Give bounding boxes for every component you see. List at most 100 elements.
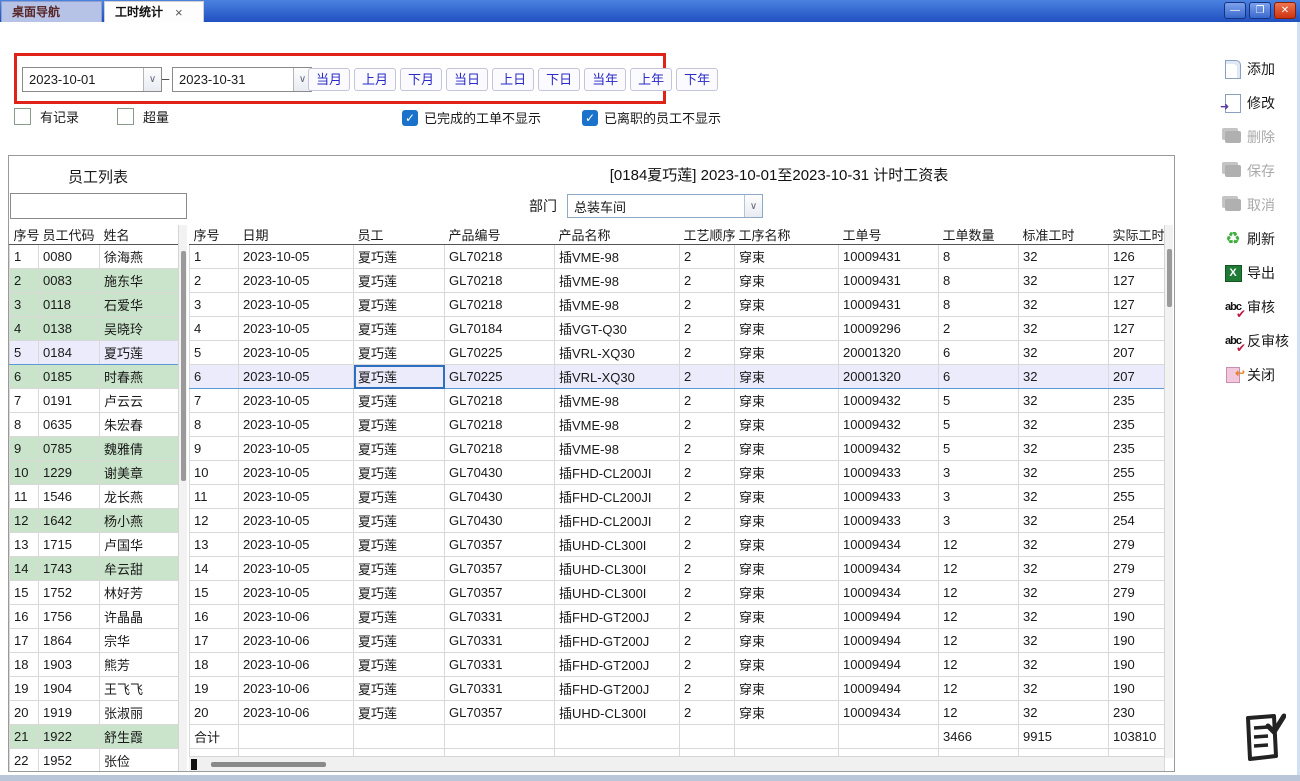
worksheet-cell[interactable]: 插VRL-XQ30 xyxy=(555,365,680,389)
worksheet-cell[interactable]: 32 xyxy=(1019,413,1109,437)
worksheet-row[interactable]: 112023-10-05夏巧莲GL70430插FHD-CL200JI2穿束100… xyxy=(190,485,1165,509)
worksheet-cell[interactable]: 穿束 xyxy=(735,557,839,581)
worksheet-cell[interactable]: 5 xyxy=(190,341,239,365)
worksheet-cell[interactable]: 32 xyxy=(1019,341,1109,365)
worksheet-cell[interactable]: 插VGT-Q30 xyxy=(555,317,680,341)
employee-row[interactable]: 121642杨小燕 xyxy=(10,509,180,533)
worksheet-cell[interactable]: GL70331 xyxy=(445,605,555,629)
worksheet-cell[interactable]: 夏巧莲 xyxy=(354,629,445,653)
worksheet-cell[interactable]: 穿束 xyxy=(735,437,839,461)
worksheet-cell[interactable]: 8 xyxy=(939,245,1019,269)
worksheet-row[interactable]: 192023-10-06夏巧莲GL70331插FHD-GT200J2穿束1000… xyxy=(190,677,1165,701)
worksheet-cell[interactable]: 190 xyxy=(1109,653,1165,677)
worksheet-cell[interactable]: 32 xyxy=(1019,437,1109,461)
worksheet-cell[interactable]: GL70218 xyxy=(445,389,555,413)
worksheet-cell[interactable]: 2 xyxy=(680,269,735,293)
worksheet-cell[interactable]: 穿束 xyxy=(735,581,839,605)
worksheet-column-header[interactable]: 工单号 xyxy=(839,225,939,245)
checkbox-checked-icon[interactable] xyxy=(582,110,598,126)
employee-cell[interactable]: 0118 xyxy=(39,293,100,317)
employee-cell[interactable]: 卢国华 xyxy=(100,533,180,557)
quick-date-button[interactable]: 当日 xyxy=(446,68,488,91)
worksheet-cell[interactable]: 插FHD-GT200J xyxy=(555,677,680,701)
employee-row[interactable]: 141743牟云甜 xyxy=(10,557,180,581)
worksheet-cell[interactable]: 235 xyxy=(1109,389,1165,413)
worksheet-cell[interactable]: 2 xyxy=(680,509,735,533)
worksheet-cell[interactable]: GL70331 xyxy=(445,653,555,677)
employee-cell[interactable]: 16 xyxy=(10,605,39,629)
checkbox-checked-icon[interactable] xyxy=(402,110,418,126)
employee-cell[interactable]: 8 xyxy=(10,413,39,437)
employee-cell[interactable]: 0184 xyxy=(39,341,100,365)
worksheet-cell[interactable]: 207 xyxy=(1109,365,1165,389)
worksheet-row[interactable]: 82023-10-05夏巧莲GL70218插VME-982穿束100094325… xyxy=(190,413,1165,437)
tab-desktop-nav[interactable]: 桌面导航 xyxy=(1,1,102,22)
employee-row[interactable]: 131715卢国华 xyxy=(10,533,180,557)
worksheet-cell[interactable]: 穿束 xyxy=(735,629,839,653)
worksheet-cell[interactable]: 夏巧莲 xyxy=(354,293,445,317)
worksheet-cell[interactable]: 6 xyxy=(939,365,1019,389)
worksheet-cell[interactable]: 夏巧莲 xyxy=(354,605,445,629)
worksheet-column-header[interactable]: 日期 xyxy=(239,225,354,245)
worksheet-cell[interactable]: 7 xyxy=(190,389,239,413)
worksheet-cell[interactable]: 14 xyxy=(190,557,239,581)
worksheet-cell[interactable]: 2 xyxy=(190,269,239,293)
worksheet-cell[interactable]: 190 xyxy=(1109,677,1165,701)
quick-date-button[interactable]: 上年 xyxy=(630,68,672,91)
worksheet-cell[interactable]: 夏巧莲 xyxy=(354,677,445,701)
worksheet-cell[interactable]: 15 xyxy=(190,581,239,605)
worksheet-cell[interactable]: 279 xyxy=(1109,581,1165,605)
worksheet-row[interactable]: 202023-10-06夏巧莲GL70357插UHD-CL300I2穿束1000… xyxy=(190,701,1165,725)
worksheet-cell[interactable]: 20001320 xyxy=(839,341,939,365)
employee-cell[interactable]: 1229 xyxy=(39,461,100,485)
employee-cell[interactable]: 1743 xyxy=(39,557,100,581)
worksheet-cell[interactable]: 32 xyxy=(1019,293,1109,317)
employee-cell[interactable]: 22 xyxy=(10,749,39,773)
worksheet-cell[interactable]: 12 xyxy=(939,605,1019,629)
worksheet-cell[interactable]: 17 xyxy=(190,629,239,653)
employee-cell[interactable]: 卢云云 xyxy=(100,389,180,413)
worksheet-cell[interactable]: 10009431 xyxy=(839,269,939,293)
toolbar-button-add[interactable]: 添加 xyxy=(1222,58,1298,80)
quick-date-button[interactable]: 当年 xyxy=(584,68,626,91)
worksheet-cell[interactable]: 8 xyxy=(939,293,1019,317)
worksheet-cell[interactable]: 2023-10-05 xyxy=(239,293,354,317)
toolbar-button-refresh[interactable]: 刷新 xyxy=(1222,228,1298,250)
employee-cell[interactable]: 0191 xyxy=(39,389,100,413)
employee-cell[interactable]: 0785 xyxy=(39,437,100,461)
worksheet-cell[interactable]: 10009433 xyxy=(839,485,939,509)
worksheet-cell[interactable]: 32 xyxy=(1019,461,1109,485)
worksheet-cell[interactable]: GL70331 xyxy=(445,629,555,653)
worksheet-row[interactable]: 42023-10-05夏巧莲GL70184插VGT-Q302穿束10009296… xyxy=(190,317,1165,341)
employee-list-scrollbar[interactable] xyxy=(178,225,187,772)
worksheet-cell[interactable]: 2023-10-05 xyxy=(239,269,354,293)
employee-cell[interactable]: 舒生霞 xyxy=(100,725,180,749)
worksheet-cell[interactable]: 穿束 xyxy=(735,269,839,293)
employee-cell[interactable]: 1904 xyxy=(39,677,100,701)
worksheet-cell[interactable]: GL70430 xyxy=(445,461,555,485)
worksheet-cell[interactable]: 10009494 xyxy=(839,629,939,653)
employee-cell[interactable]: 1546 xyxy=(39,485,100,509)
employee-cell[interactable]: 1903 xyxy=(39,653,100,677)
worksheet-cell[interactable]: 8 xyxy=(939,269,1019,293)
employee-row[interactable]: 40138吴晓玲 xyxy=(10,317,180,341)
worksheet-cell[interactable]: 32 xyxy=(1019,605,1109,629)
worksheet-cell[interactable]: 2023-10-05 xyxy=(239,533,354,557)
employee-cell[interactable]: 魏雅倩 xyxy=(100,437,180,461)
worksheet-cell[interactable]: 10009433 xyxy=(839,509,939,533)
worksheet-cell[interactable]: 2023-10-05 xyxy=(239,389,354,413)
worksheet-cell[interactable]: GL70357 xyxy=(445,701,555,725)
employee-cell[interactable]: 1752 xyxy=(39,581,100,605)
date-to-combo[interactable]: 2023-10-31 xyxy=(172,67,312,92)
worksheet-cell[interactable]: 10009494 xyxy=(839,677,939,701)
date-from-combo[interactable]: 2023-10-01 xyxy=(22,67,162,92)
worksheet-cell[interactable]: 12 xyxy=(939,653,1019,677)
employee-cell[interactable]: 徐海燕 xyxy=(100,245,180,269)
worksheet-cell[interactable]: GL70218 xyxy=(445,293,555,317)
worksheet-cell[interactable]: 2 xyxy=(680,245,735,269)
worksheet-cell[interactable]: 16 xyxy=(190,605,239,629)
employee-cell[interactable]: 1715 xyxy=(39,533,100,557)
worksheet-cell[interactable]: 32 xyxy=(1019,245,1109,269)
worksheet-column-header[interactable]: 工序名称 xyxy=(735,225,839,245)
worksheet-cell[interactable]: 20 xyxy=(190,701,239,725)
